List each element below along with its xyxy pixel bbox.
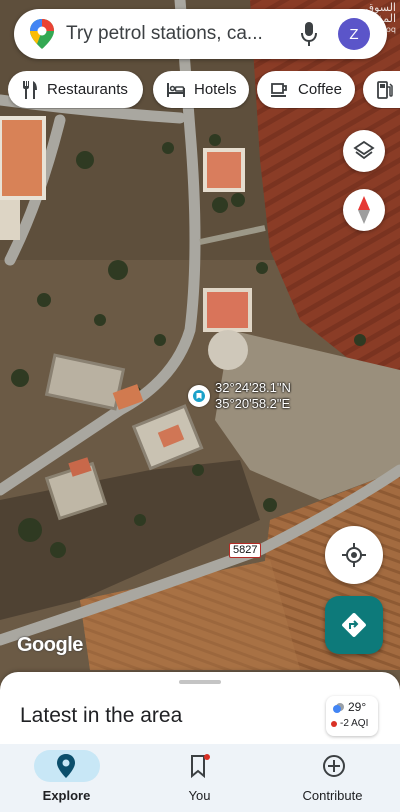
compass-button[interactable] — [343, 189, 385, 231]
aqi-text: -2 AQI — [340, 718, 369, 729]
longitude-text: 35°20'58.2"E — [215, 396, 291, 411]
nav-contribute[interactable]: Contribute — [266, 744, 399, 812]
google-attribution: Google — [17, 634, 83, 656]
chip-coffee[interactable]: Coffee — [257, 71, 355, 108]
bottom-navigation: Explore You Contribute — [0, 744, 400, 812]
coffee-cup-icon — [271, 82, 287, 97]
nav-explore[interactable]: Explore — [0, 744, 133, 812]
fuel-pump-icon — [377, 80, 393, 99]
sheet-title: Latest in the area — [20, 704, 183, 727]
category-chips: Restaurants Hotels Coffee — [8, 71, 400, 109]
add-circle-icon — [323, 755, 345, 777]
partly-cloudy-icon — [333, 703, 344, 713]
my-location-button[interactable] — [325, 526, 383, 584]
layers-icon — [353, 140, 375, 160]
avatar-initial: Z — [349, 25, 359, 43]
weather-widget[interactable]: 29° -2 AQI — [326, 696, 378, 736]
temperature-text: 29° — [348, 700, 367, 714]
nav-label: Contribute — [302, 788, 363, 803]
chip-label: Restaurants — [47, 81, 128, 98]
road-number-label: 5827 — [229, 543, 262, 558]
sheet-drag-handle[interactable] — [179, 680, 221, 684]
chip-petrol[interactable] — [363, 71, 400, 108]
directions-button[interactable] — [325, 596, 383, 654]
chip-label: Coffee — [298, 81, 342, 98]
microphone-icon[interactable] — [300, 22, 318, 46]
chip-restaurants[interactable]: Restaurants — [8, 71, 143, 108]
search-input[interactable]: Try petrol stations, ca... — [66, 23, 284, 45]
chip-label: Hotels — [194, 81, 237, 98]
coordinate-marker[interactable] — [188, 385, 210, 407]
latitude-text: 32°24'28.1"N — [215, 380, 291, 395]
directions-icon — [342, 613, 366, 637]
bookmark-icon — [191, 754, 210, 778]
nav-label: You — [188, 788, 211, 803]
chip-hotels[interactable]: Hotels — [153, 71, 249, 108]
explore-pin-icon — [57, 754, 75, 778]
bookmark-pin-icon — [193, 390, 205, 402]
nav-you[interactable]: You — [133, 744, 266, 812]
account-avatar[interactable]: Z — [338, 18, 370, 50]
nav-label: Explore — [42, 788, 91, 803]
aqi-dot — [331, 721, 337, 727]
bed-icon — [167, 82, 185, 97]
layers-button[interactable] — [343, 130, 385, 172]
google-maps-pin-icon — [30, 19, 54, 49]
search-bar[interactable]: Try petrol stations, ca... Z — [14, 9, 387, 59]
fork-knife-icon — [23, 80, 37, 99]
my-location-icon — [342, 543, 366, 567]
compass-icon — [358, 196, 370, 224]
coordinates-readout: 32°24'28.1"N 35°20'58.2"E — [215, 380, 291, 412]
